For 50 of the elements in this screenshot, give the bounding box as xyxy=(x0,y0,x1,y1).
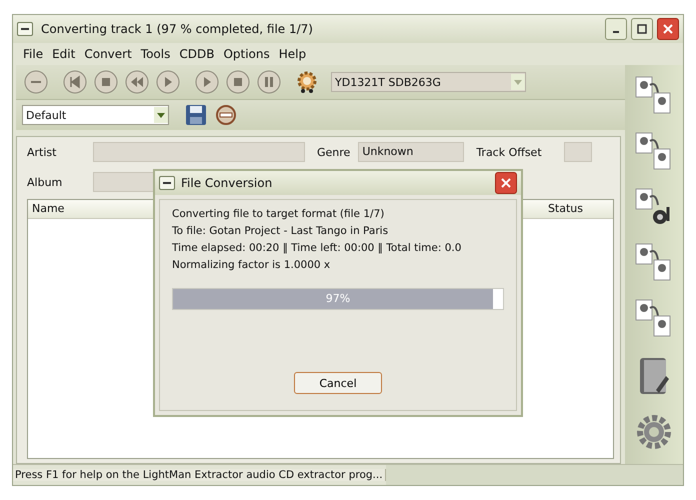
forward-button[interactable] xyxy=(156,70,180,94)
close-button[interactable] xyxy=(495,172,517,194)
close-icon xyxy=(501,178,511,188)
stop-button[interactable] xyxy=(94,70,118,94)
status-bar-text: Press F1 for help on the LightMan Extractor audio CD extractor prog... xyxy=(13,469,386,481)
progress-label: 97% xyxy=(326,292,350,305)
eject-button[interactable] xyxy=(24,70,48,94)
cancel-button[interactable]: Cancel xyxy=(294,372,382,394)
field-label: Track Offset xyxy=(476,146,542,158)
maximize-icon xyxy=(637,24,647,34)
artist-field[interactable] xyxy=(93,142,305,162)
minus-icon xyxy=(163,181,171,185)
menu-item[interactable]: Tools xyxy=(140,47,170,61)
info-text: To file: Gotan Project - Last Tango in Paris xyxy=(172,225,390,239)
column-header[interactable]: Name xyxy=(28,200,94,218)
dialog-title: File Conversion xyxy=(181,176,274,190)
pause-button[interactable] xyxy=(257,70,281,94)
system-menu-button[interactable] xyxy=(159,176,175,190)
info-text: Time elapsed: 00:20 ‖ Time left: 00:00 ‖ Total time: 0.0 xyxy=(172,242,462,256)
play-button[interactable] xyxy=(195,70,219,94)
menu-item[interactable]: Convert xyxy=(84,47,132,61)
delete-icon[interactable] xyxy=(215,104,237,126)
menu-item[interactable]: Options xyxy=(223,47,270,61)
field-label: Album xyxy=(27,176,64,188)
gear-icon[interactable] xyxy=(296,70,318,94)
drive-dropdown[interactable]: YD1321T SDB263G xyxy=(331,72,526,92)
save-icon[interactable] xyxy=(185,104,207,126)
previous-button[interactable] xyxy=(63,70,87,94)
minimize-button[interactable] xyxy=(605,18,627,40)
close-button[interactable] xyxy=(657,18,679,40)
track-offset-field[interactable] xyxy=(564,142,592,162)
field-label: Artist xyxy=(27,146,58,158)
stop-button[interactable] xyxy=(226,70,250,94)
preset-dropdown[interactable]: Default xyxy=(22,105,169,125)
field-label: Genre xyxy=(317,146,350,158)
minimize-icon xyxy=(613,31,619,33)
column-header[interactable]: Status xyxy=(544,200,613,218)
info-text: Normalizing factor is 1.0000 x xyxy=(172,259,332,273)
rewind-button[interactable] xyxy=(125,70,149,94)
menu-item[interactable]: CDDB xyxy=(179,47,214,61)
menu-item[interactable]: Edit xyxy=(52,47,76,61)
window-title: Converting track 1 (97 % completed, file 1/7) xyxy=(41,22,314,36)
genre-dropdown[interactable]: Unknown xyxy=(358,142,464,162)
info-text: Converting file to target format (file 1/7) xyxy=(172,208,386,222)
close-icon xyxy=(663,24,673,34)
maximize-button[interactable] xyxy=(631,18,653,40)
menu-item[interactable]: File xyxy=(23,47,44,61)
system-menu-button[interactable] xyxy=(17,22,33,36)
menu-item[interactable]: Help xyxy=(278,47,306,61)
minus-icon xyxy=(21,27,29,31)
